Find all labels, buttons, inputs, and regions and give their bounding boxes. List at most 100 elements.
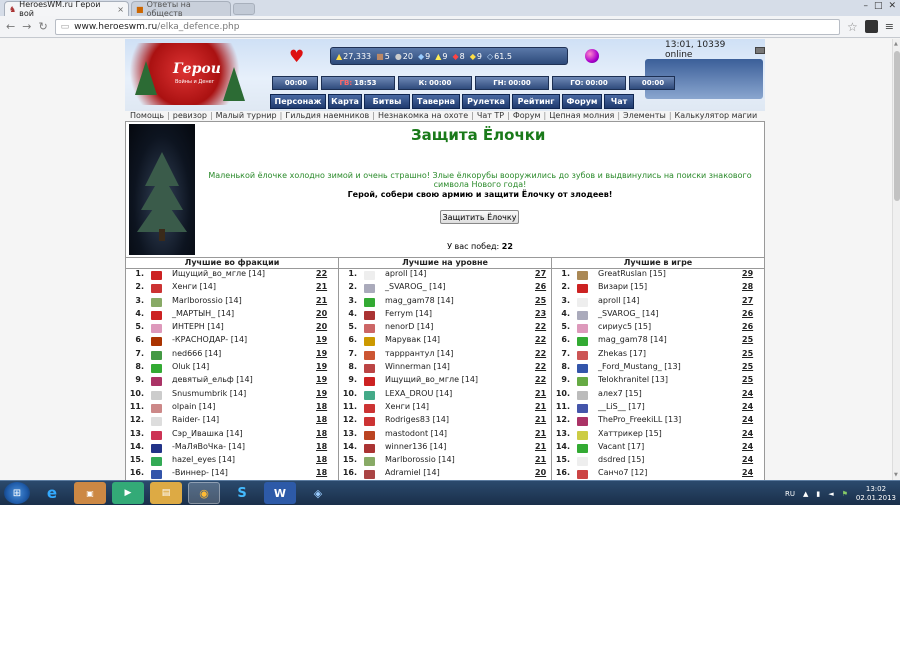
nav-chat[interactable]: Чат	[604, 94, 634, 109]
player-name-link[interactable]: сириус5 [15]	[598, 322, 651, 331]
score-link[interactable]: 24	[742, 455, 753, 464]
score-link[interactable]: 21	[316, 296, 327, 305]
score-link[interactable]: 29	[742, 269, 753, 278]
clan-badge-icon[interactable]	[577, 403, 588, 413]
chrome-icon[interactable]: ◉	[188, 482, 220, 504]
player-name-link[interactable]: mastodont [14]	[385, 429, 447, 438]
player-name-link[interactable]: -МаЛяВоЧка- [14]	[172, 442, 245, 451]
maximize-icon[interactable]: □	[874, 1, 883, 11]
player-name-link[interactable]: _МАРТЫН_ [14]	[172, 309, 234, 318]
link-forum[interactable]: Форум	[513, 111, 541, 121]
score-link[interactable]: 18	[316, 415, 327, 424]
clan-badge-icon[interactable]	[151, 403, 162, 413]
address-bar[interactable]: ▭ www.heroeswm.ru/elka_defence.php	[54, 18, 841, 35]
score-link[interactable]: 24	[742, 429, 753, 438]
clan-badge-icon[interactable]	[577, 364, 588, 374]
clan-badge-icon[interactable]	[364, 403, 375, 413]
score-link[interactable]: 18	[316, 429, 327, 438]
score-link[interactable]: 18	[316, 402, 327, 411]
clan-badge-icon[interactable]	[364, 390, 375, 400]
score-link[interactable]: 25	[742, 349, 753, 358]
player-name-link[interactable]: Marlborossio [14]	[385, 455, 455, 464]
player-name-link[interactable]: тарррантул [14]	[385, 349, 453, 358]
clan-badge-icon[interactable]	[364, 457, 375, 467]
score-link[interactable]: 18	[316, 468, 327, 477]
nav-rating[interactable]: Рейтинг	[512, 94, 560, 109]
reload-icon[interactable]: ↻	[38, 20, 47, 33]
nav-battles[interactable]: Битвы	[364, 94, 410, 109]
score-link[interactable]: 18	[316, 442, 327, 451]
player-name-link[interactable]: ThePro_FreekiLL [13]	[598, 415, 681, 424]
player-name-link[interactable]: Oluk [14]	[172, 362, 209, 371]
player-name-link[interactable]: nenorD [14]	[385, 322, 433, 331]
player-name-link[interactable]: Rodriges83 [14]	[385, 415, 449, 424]
score-link[interactable]: 24	[742, 442, 753, 451]
language-indicator[interactable]: RU	[785, 490, 795, 498]
player-name-link[interactable]: Snusmumbrik [14]	[172, 389, 246, 398]
player-name-link[interactable]: Vacant [17]	[598, 442, 644, 451]
clan-badge-icon[interactable]	[151, 470, 162, 480]
clan-badge-icon[interactable]	[364, 297, 375, 307]
score-link[interactable]: 23	[535, 309, 546, 318]
app-icon[interactable]: ▣	[74, 482, 106, 504]
player-name-link[interactable]: Winnerman [14]	[385, 362, 450, 371]
close-tab-icon[interactable]: ×	[117, 5, 124, 14]
player-name-link[interactable]: Визари [15]	[598, 282, 647, 291]
bookmark-star-icon[interactable]: ☆	[847, 20, 858, 34]
score-link[interactable]: 19	[316, 362, 327, 371]
score-link[interactable]: 28	[742, 282, 753, 291]
clan-badge-icon[interactable]	[577, 377, 588, 387]
link-small-tournament[interactable]: Малый турнир	[216, 111, 277, 121]
score-link[interactable]: 20	[316, 309, 327, 318]
player-name-link[interactable]: aproll [14]	[598, 296, 639, 305]
tray-arrow-icon[interactable]: ▲	[803, 490, 808, 498]
nav-character[interactable]: Персонаж	[270, 94, 326, 109]
back-icon[interactable]: ←	[6, 20, 15, 33]
score-link[interactable]: 22	[535, 362, 546, 371]
volume-icon[interactable]: ◄	[828, 490, 833, 498]
player-name-link[interactable]: девятый_ельф [14]	[172, 375, 253, 384]
score-link[interactable]: 24	[742, 415, 753, 424]
app-window-icon[interactable]: ◈	[302, 482, 334, 504]
nav-map[interactable]: Карта	[328, 94, 362, 109]
player-name-link[interactable]: mag_gam78 [14]	[598, 335, 667, 344]
score-link[interactable]: 25	[535, 296, 546, 305]
clan-badge-icon[interactable]	[151, 297, 162, 307]
player-name-link[interactable]: Сэр_Ивашка [14]	[172, 429, 243, 438]
score-link[interactable]: 25	[742, 335, 753, 344]
heroes-logo[interactable]: Герои Войны и Денег	[127, 43, 255, 105]
score-link[interactable]: 21	[535, 442, 546, 451]
score-link[interactable]: 21	[535, 415, 546, 424]
score-link[interactable]: 27	[535, 269, 546, 278]
clan-badge-icon[interactable]	[577, 443, 588, 453]
extension-icon[interactable]	[864, 20, 878, 33]
clan-badge-icon[interactable]	[151, 310, 162, 320]
score-link[interactable]: 22	[316, 269, 327, 278]
score-link[interactable]: 22	[535, 322, 546, 331]
link-magic-calculator[interactable]: Калькулятор магии	[675, 111, 758, 121]
clan-badge-icon[interactable]	[364, 271, 375, 280]
clan-badge-icon[interactable]	[364, 284, 375, 294]
player-name-link[interactable]: алех7 [15]	[598, 389, 642, 398]
score-link[interactable]: 24	[742, 402, 753, 411]
clan-badge-icon[interactable]	[151, 430, 162, 440]
score-link[interactable]: 20	[316, 322, 327, 331]
player-name-link[interactable]: __LiS__ [17]	[598, 402, 645, 411]
score-link[interactable]: 21	[535, 455, 546, 464]
score-link[interactable]: 25	[742, 375, 753, 384]
page-scrollbar[interactable]: ▲ ▼	[892, 39, 900, 480]
menu-icon[interactable]: ≡	[885, 20, 894, 33]
media-player-icon[interactable]: ▶	[112, 482, 144, 504]
player-name-link[interactable]: Zhekas [17]	[598, 349, 646, 358]
clan-badge-icon[interactable]	[364, 350, 375, 360]
clan-badge-icon[interactable]	[577, 350, 588, 360]
clan-badge-icon[interactable]	[364, 470, 375, 480]
clan-badge-icon[interactable]	[151, 443, 162, 453]
link-revisor[interactable]: ревизор	[173, 111, 207, 121]
clan-badge-icon[interactable]	[577, 297, 588, 307]
score-link[interactable]: 24	[742, 389, 753, 398]
player-name-link[interactable]: hazel_eyes [14]	[172, 455, 235, 464]
protect-tree-button[interactable]: Защитить Ёлочку	[440, 210, 519, 224]
score-link[interactable]: 24	[742, 468, 753, 477]
player-name-link[interactable]: -Виннер- [14]	[172, 468, 228, 477]
